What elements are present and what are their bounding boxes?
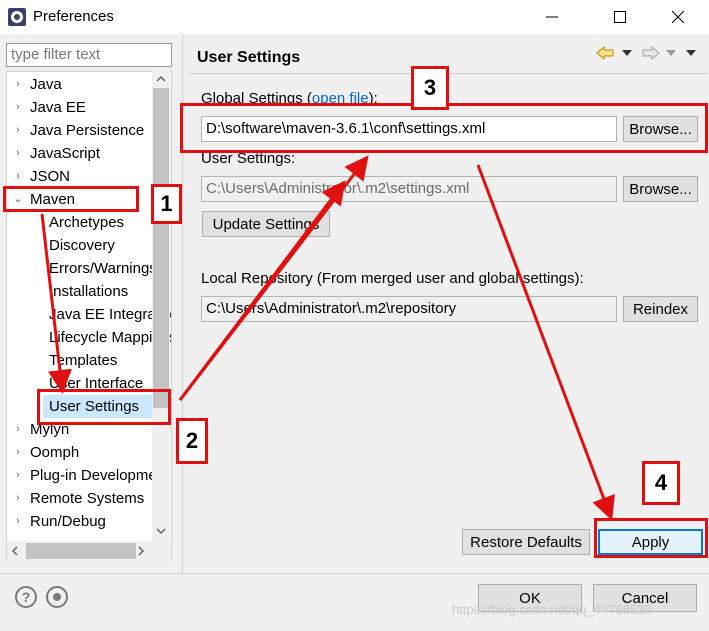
arrow-field-to-apply bbox=[476, 164, 615, 521]
highlight-global-settings bbox=[180, 103, 708, 153]
highlight-apply bbox=[594, 518, 708, 558]
annotation-number-3: 3 bbox=[411, 66, 449, 110]
arrow-user-settings-to-field-lower bbox=[178, 155, 369, 401]
highlight-user-settings bbox=[37, 389, 171, 425]
highlight-maven bbox=[3, 186, 139, 212]
annotation-number-1: 1 bbox=[151, 184, 182, 224]
annotation-number-4: 4 bbox=[642, 461, 680, 505]
annotation-number-2: 2 bbox=[176, 418, 208, 464]
arrow-maven-to-user-settings bbox=[40, 213, 72, 394]
